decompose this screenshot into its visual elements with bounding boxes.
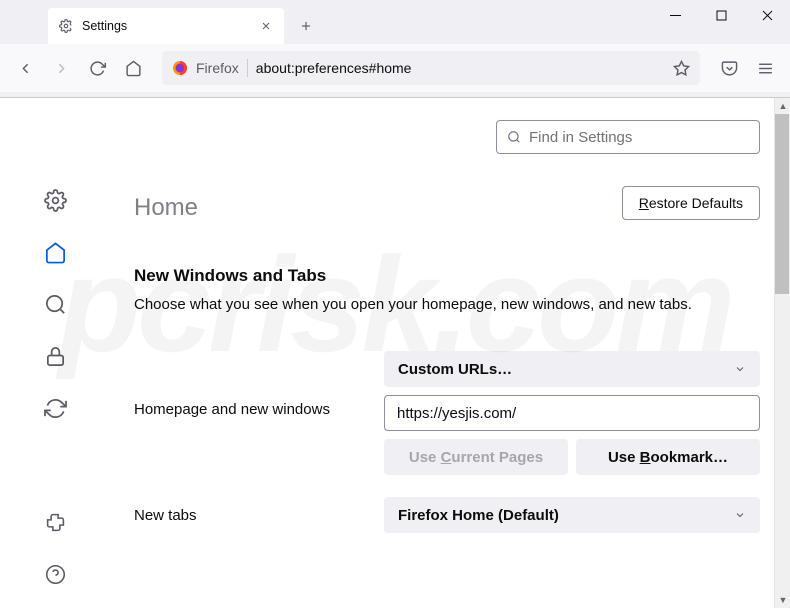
homepage-mode-select[interactable]: Custom URLs…: [384, 351, 760, 387]
scrollbar-down-icon[interactable]: ▼: [775, 592, 790, 608]
close-window-button[interactable]: [744, 0, 790, 30]
tab-settings[interactable]: Settings: [48, 8, 284, 44]
sidebar-privacy-icon[interactable]: [43, 344, 67, 368]
back-button[interactable]: [8, 51, 42, 85]
browser-chrome: Settings Firefox about:preferences#home: [0, 0, 790, 98]
chevron-down-icon: [734, 363, 746, 375]
homepage-row: Homepage and new windows Custom URLs… Us…: [134, 351, 760, 475]
gear-icon: [58, 18, 74, 34]
use-current-pages-button[interactable]: Use Current Pages: [384, 439, 568, 475]
newtabs-value: Firefox Home (Default): [398, 507, 559, 524]
scrollbar-up-icon[interactable]: ▲: [775, 98, 790, 114]
newtabs-row: New tabs Firefox Home (Default): [134, 497, 760, 533]
new-tab-button[interactable]: [292, 12, 320, 40]
settings-sidebar: [0, 98, 110, 608]
homepage-url-input[interactable]: [384, 395, 760, 431]
sidebar-home-icon[interactable]: [43, 240, 67, 264]
search-icon: [507, 130, 521, 144]
scrollbar[interactable]: ▲ ▼: [774, 98, 790, 608]
maximize-button[interactable]: [698, 0, 744, 30]
settings-search-input[interactable]: [529, 129, 749, 146]
reload-button[interactable]: [80, 51, 114, 85]
menu-button[interactable]: [748, 51, 782, 85]
use-bookmark-button[interactable]: Use Bookmark…: [576, 439, 760, 475]
newtabs-label: New tabs: [134, 507, 384, 524]
sidebar-extensions-icon[interactable]: [43, 510, 67, 534]
close-icon[interactable]: [258, 18, 274, 34]
pocket-button[interactable]: [712, 51, 746, 85]
url-bar[interactable]: Firefox about:preferences#home: [162, 51, 700, 85]
minimize-button[interactable]: [652, 0, 698, 30]
sidebar-sync-icon[interactable]: [43, 396, 67, 420]
firefox-icon: [172, 60, 188, 76]
settings-main: Home RRestore Defaultsestore Defaults Ne…: [110, 98, 790, 608]
section-title: New Windows and Tabs: [134, 266, 760, 286]
section-description: Choose what you see when you open your h…: [134, 294, 760, 315]
urlbar-prefix: Firefox: [196, 60, 239, 76]
urlbar-path: about:preferences#home: [256, 60, 664, 76]
toolbar: Firefox about:preferences#home: [0, 44, 790, 92]
newtabs-select[interactable]: Firefox Home (Default): [384, 497, 760, 533]
scrollbar-thumb[interactable]: [775, 114, 789, 294]
content-viewport: Home RRestore Defaultsestore Defaults Ne…: [0, 98, 790, 608]
settings-search[interactable]: [496, 120, 760, 154]
sidebar-help-icon[interactable]: [43, 562, 67, 586]
sidebar-search-icon[interactable]: [43, 292, 67, 316]
chevron-down-icon: [734, 509, 746, 521]
urlbar-divider: [247, 59, 248, 77]
tab-bar: Settings: [0, 0, 790, 44]
restore-defaults-button[interactable]: RRestore Defaultsestore Defaults: [622, 186, 760, 220]
bookmark-star-icon[interactable]: [672, 59, 690, 77]
home-button[interactable]: [116, 51, 150, 85]
forward-button[interactable]: [44, 51, 78, 85]
homepage-label: Homepage and new windows: [134, 351, 384, 418]
sidebar-general-icon[interactable]: [43, 188, 67, 212]
window-controls: [652, 0, 790, 30]
homepage-mode-value: Custom URLs…: [398, 361, 512, 378]
tab-label: Settings: [82, 19, 258, 33]
